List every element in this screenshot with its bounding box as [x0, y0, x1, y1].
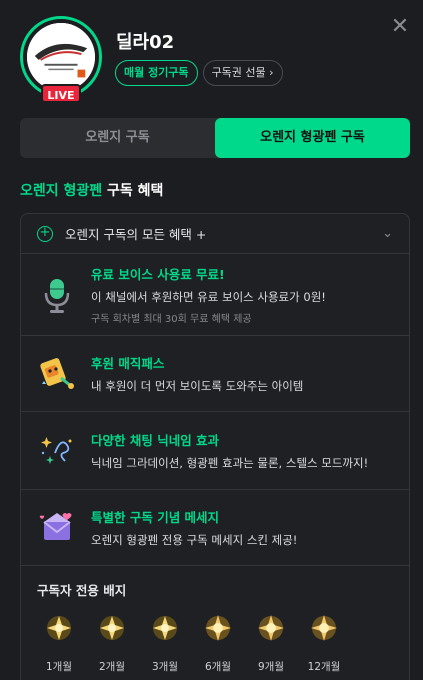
badge-icon [47, 616, 71, 640]
badge-label: 6개월 [204, 661, 231, 673]
badge-12-months: 12개월 [306, 613, 342, 674]
benefit-title: 다양한 채팅 닉네임 효과 [91, 433, 220, 448]
chevron-right-icon: › [269, 66, 274, 79]
badge-label: 9개월 [257, 661, 284, 673]
benefit-title: 특별한 구독 기념 메세지 [91, 510, 220, 525]
close-icon[interactable]: ✕ [389, 16, 411, 38]
accordion-label: 오렌지 구독의 모든 혜택 + [65, 227, 207, 242]
channel-name: 딜라02 [116, 32, 175, 53]
benefit-nickname-effects: 다양한 채팅 닉네임 효과 닉네임 그라데이션, 형광펜 효과는 물론, 스텔스… [21, 412, 409, 490]
badge-2-months: 2개월 [94, 613, 130, 674]
gift-subscription-button[interactable]: 구독권 선물 › [202, 60, 283, 86]
benefits-card: + 오렌지 구독의 모든 혜택 + ⌄ 유료 보이스 사용료 무료! 이 채널에… [20, 213, 410, 680]
section-title-accent: 오렌지 형광펜 [20, 183, 103, 199]
tab-orange-highlighter[interactable]: 오렌지 형광펜 구독 [215, 118, 410, 158]
badge-label: 3개월 [151, 661, 178, 673]
benefit-title: 유료 보이스 사용료 무료! [91, 267, 225, 282]
magic-pass-icon [40, 357, 74, 389]
section-title: 오렌지 형광펜 구독 혜택 [20, 180, 163, 200]
tag-row: 매월 정기구독 구독권 선물 › [115, 60, 283, 86]
all-benefits-accordion[interactable]: + 오렌지 구독의 모든 혜택 + ⌄ [21, 214, 409, 254]
plus-circle-icon: + [37, 225, 53, 242]
badge-icon [205, 615, 231, 641]
benefit-desc: 오렌지 형광펜 전용 구독 메세지 스킨 제공! [91, 533, 298, 547]
badge-label: 12개월 [307, 661, 341, 673]
tab-orange[interactable]: 오렌지 구독 [20, 118, 215, 158]
badge-icon [311, 615, 337, 641]
chevron-down-icon: ⌄ [382, 226, 393, 241]
badge-9-months: 9개월 [253, 613, 289, 674]
live-badge: LIVE [41, 84, 81, 103]
benefit-subscription-message: 특별한 구독 기념 메세지 오렌지 형광펜 전용 구독 메세지 스킨 제공! [21, 490, 409, 566]
gift-button-label: 구독권 선물 [211, 66, 266, 79]
badge-6-months: 6개월 [200, 613, 236, 674]
badges-title: 구독자 전용 배지 [37, 583, 127, 598]
benefit-text: 특별한 구독 기념 메세지 오렌지 형광펜 전용 구독 메세지 스킨 제공! [91, 507, 297, 548]
badge-icon [258, 615, 284, 641]
benefit-magic-pass: 후원 매직패스 내 후원이 더 먼저 보이도록 도와주는 아이템 [21, 336, 409, 412]
sparkle-icon [41, 436, 72, 464]
benefit-title: 후원 매직패스 [91, 356, 165, 371]
monthly-subscription-tag: 매월 정기구독 [115, 60, 198, 86]
channel-logo [27, 23, 95, 91]
badge-label: 2개월 [98, 661, 125, 673]
microphone-icon [44, 278, 70, 313]
badge-icon [100, 616, 124, 640]
channel-header: LIVE 딜라02 매월 정기구독 구독권 선물 › [20, 16, 380, 106]
envelope-icon [39, 512, 72, 540]
subscription-tabs: 오렌지 구독 오렌지 형광펜 구독 [20, 118, 410, 158]
badge-3-months: 3개월 [147, 613, 183, 674]
benefit-desc: 내 후원이 더 먼저 보이도록 도와주는 아이템 [91, 379, 304, 393]
benefit-free-voice: 유료 보이스 사용료 무료! 이 채널에서 후원하면 유료 보이스 사용료가 0… [21, 254, 409, 336]
benefit-text: 유료 보이스 사용료 무료! 이 채널에서 후원하면 유료 보이스 사용료가 0… [91, 264, 326, 325]
benefit-text: 후원 매직패스 내 후원이 더 먼저 보이도록 도와주는 아이템 [91, 353, 303, 394]
badge-icon [153, 616, 177, 640]
badge-label: 1개월 [45, 661, 72, 673]
section-title-rest: 구독 혜택 [102, 183, 164, 199]
badges-row: 1개월 2개월 3개월 6개월 9개월 12개월 [21, 599, 409, 674]
badge-1-month: 1개월 [41, 613, 77, 674]
benefit-text: 다양한 채팅 닉네임 효과 닉네임 그라데이션, 형광펜 효과는 물론, 스텔스… [91, 430, 368, 471]
benefit-desc: 닉네임 그라데이션, 형광펜 효과는 물론, 스텔스 모드까지! [91, 456, 369, 470]
benefit-desc: 이 채널에서 후원하면 유료 보이스 사용료가 0원! [91, 290, 326, 304]
benefit-note: 구독 회차별 최대 30회 무료 혜택 제공 [91, 314, 252, 325]
